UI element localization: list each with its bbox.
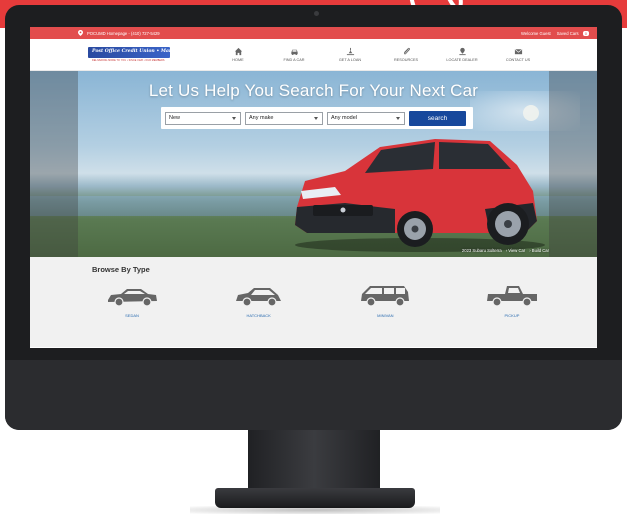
nav-locate-dealer[interactable]: LOCATE DEALER [434,47,490,62]
browse-title: Browse By Type [92,265,150,274]
nav-find-a-car[interactable]: FIND A CAR [266,47,322,62]
main-navbar: Post Office Credit Union • Maryland DELI… [30,39,597,71]
monitor-chin [5,360,622,430]
loan-icon [346,47,354,56]
saved-cars-label: Saved Cars [556,30,579,36]
search-button[interactable]: search [409,110,466,126]
type-minivan[interactable]: MINIVAN [345,283,425,318]
credit-union-logo[interactable]: Post Office Credit Union • Maryland DELI… [88,46,185,64]
type-label: SEDAN [125,313,139,318]
monitor-shadow [190,506,440,514]
browse-by-type-section: Browse By Type SEDAN HATCHBACK MINIVAN P… [30,257,597,347]
nav-contact-us[interactable]: CONTACT US [490,47,546,62]
build-car-link[interactable]: › Build Car [529,248,549,253]
make-select[interactable]: Any make [245,111,323,125]
type-hatchback[interactable]: HATCHBACK [219,283,299,318]
logo-text: Post Office Credit Union • Maryland [92,48,186,54]
welcome-text: Welcome Guest [520,30,551,36]
monitor-base [215,488,415,508]
nav-get-a-loan[interactable]: GET A LOAN [322,47,378,62]
monitor-stand [248,430,380,490]
location-pin-icon [78,30,83,36]
chevron-down-icon [232,116,236,120]
hero-sun [523,105,539,121]
condition-select[interactable]: New [165,111,241,125]
make-value: Any make [249,115,274,121]
type-sedan[interactable]: SEDAN [92,283,172,318]
dealer-pin-icon [458,47,466,56]
website-screen: POCUMD Homepage - (410) 727-5429 Welcome… [30,27,597,348]
chevron-down-icon [314,116,318,120]
nav-label: FIND A CAR [283,58,305,62]
device-mockup: POCUMD Homepage - (410) 727-5429 Welcome… [0,0,627,521]
car-icon [290,49,298,56]
homepage-link[interactable]: POCUMD Homepage [87,31,127,36]
view-car-link[interactable]: › View Car [506,248,525,253]
logo-tagline: DELIVERING MORE TO YOU • SINCE 1928 • OU… [92,58,165,62]
nav-menu: HOME FIND A CAR GET A LOAN RESOURCES LOC… [210,47,546,62]
paperclip-icon [403,47,410,55]
hero-caption: 2023 Subaru Solterra › View Car › Build … [462,248,549,253]
nav-home[interactable]: HOME [210,47,266,62]
type-label: HATCHBACK [246,313,271,318]
nav-label: HOME [232,58,244,62]
model-value: Any model [331,115,357,121]
chevron-down-icon [396,116,400,120]
model-select[interactable]: Any model [327,111,405,125]
nav-label: RESOURCES [393,58,419,62]
nav-label: GET A LOAN [338,58,362,62]
condition-value: New [169,115,181,121]
utility-bar: POCUMD Homepage - (410) 727-5429 Welcome… [30,27,597,39]
saved-cars-count: 0 [582,30,589,36]
envelope-icon [514,49,522,55]
phone-number[interactable]: (410) 727-5429 [131,31,160,36]
type-pickup[interactable]: PICKUP [472,283,552,318]
sedan-icon [108,289,157,307]
minivan-icon [361,286,410,307]
pickup-icon [486,286,537,307]
hero-banner: Let Us Help You Search For Your Next Car… [30,71,597,257]
caption-model: 2023 Subaru Solterra [461,248,502,253]
home-icon [234,47,242,56]
featured-car-image [295,139,545,252]
hatchback-icon [235,288,281,307]
nav-label: LOCATE DEALER [446,58,478,62]
webcam-dot [314,11,319,16]
saved-cars-link[interactable]: Saved Cars 0 [556,30,589,36]
type-label: PICKUP [504,313,520,318]
nav-resources[interactable]: RESOURCES [378,47,434,62]
vehicle-search-form: New Any make Any model search [161,107,473,129]
vehicle-type-list: SEDAN HATCHBACK MINIVAN PICKUP [92,283,552,318]
type-label: MINIVAN [377,313,394,318]
nav-label: CONTACT US [505,58,531,62]
hero-title: Let Us Help You Search For Your Next Car [148,81,479,100]
